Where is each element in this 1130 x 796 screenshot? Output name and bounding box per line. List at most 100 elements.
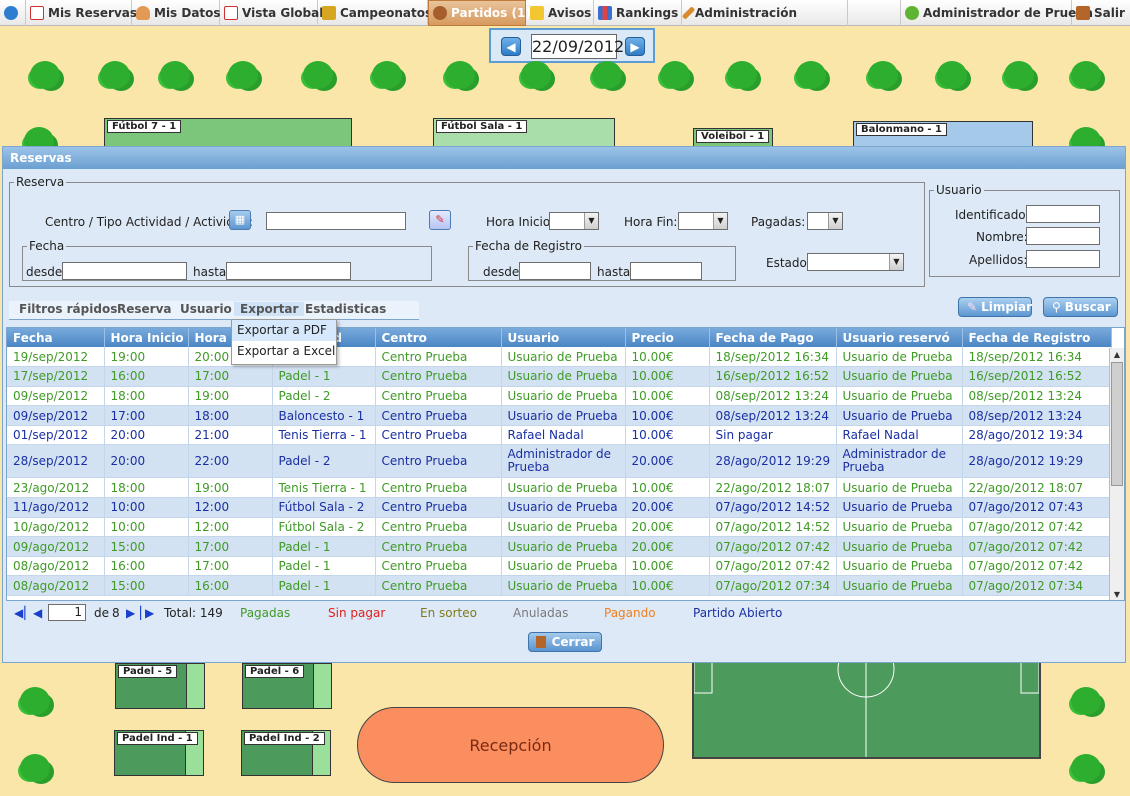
nav-campeonatos[interactable]: Campeonatos bbox=[318, 0, 432, 26]
court-padel-5[interactable]: Padel - 5 bbox=[115, 663, 205, 709]
column-header[interactable]: Fecha de Pago bbox=[709, 328, 837, 347]
table-cell: Usuario de Prueba bbox=[836, 347, 963, 368]
table-row[interactable]: 09/sep/2012 17:00 18:00 Baloncesto - 1 Centr… bbox=[7, 405, 1112, 426]
door-icon bbox=[535, 636, 546, 648]
registro-hasta-input[interactable] bbox=[630, 262, 702, 280]
tab-exportar[interactable]: Exportar bbox=[234, 302, 305, 316]
export-pdf-item[interactable]: Exportar a PDF bbox=[232, 320, 336, 341]
nav-vista-global[interactable]: Vista Global bbox=[220, 0, 323, 26]
tree-icon bbox=[372, 61, 402, 89]
apellidos-input[interactable] bbox=[1026, 250, 1100, 268]
limpiar-button[interactable]: ✎ Limpiar bbox=[958, 297, 1032, 317]
table-cell: Usuario de Prueba bbox=[501, 517, 626, 538]
table-row[interactable]: 28/sep/2012 20:00 22:00 Padel - 2 Centro Pru… bbox=[7, 444, 1112, 479]
nav-logout[interactable]: Salir bbox=[1072, 0, 1130, 26]
pagadas-select[interactable]: ▼ bbox=[807, 212, 843, 230]
court-padel-6[interactable]: Padel - 6 bbox=[242, 663, 332, 709]
table-row[interactable]: 08/ago/2012 15:00 16:00 Padel - 1 Centro Pru… bbox=[7, 575, 1112, 597]
last-page-icon[interactable]: ⎢▶ bbox=[139, 607, 154, 619]
first-page-icon[interactable]: ◀⎢ bbox=[14, 607, 29, 619]
column-header[interactable]: Usuario bbox=[501, 328, 626, 347]
fecha-hasta-input[interactable] bbox=[226, 262, 351, 280]
registro-desde-input[interactable] bbox=[519, 262, 591, 280]
scroll-up-icon[interactable]: ▲ bbox=[1110, 348, 1124, 361]
nav-user[interactable]: Administrador de Prueba bbox=[900, 0, 1093, 26]
scroll-down-icon[interactable]: ▼ bbox=[1110, 588, 1124, 600]
nav-mis-datos[interactable]: Mis Datos bbox=[132, 0, 221, 26]
nav-partidos[interactable]: Partidos (1) bbox=[428, 0, 531, 26]
grid-scrollbar[interactable]: ▲ ▼ bbox=[1109, 348, 1124, 600]
export-excel-item[interactable]: Exportar a Excel bbox=[232, 341, 336, 362]
court-padel-ind-2[interactable]: Padel Ind - 2 bbox=[241, 730, 331, 776]
column-header[interactable]: Fecha de Registro bbox=[962, 328, 1112, 347]
table-cell: 17:00 bbox=[188, 366, 273, 387]
buscar-button[interactable]: ⚲ Buscar bbox=[1043, 297, 1118, 317]
column-header[interactable]: Precio bbox=[625, 328, 710, 347]
calendar-icon bbox=[224, 6, 238, 20]
usuario-filter-group: Usuario Identificador: Nombre: Apellidos… bbox=[929, 183, 1120, 277]
nav-administracion[interactable]: Administración bbox=[681, 0, 848, 26]
hora-inicio-select[interactable]: ▼ bbox=[549, 212, 599, 230]
date-input[interactable]: 22/09/2012 bbox=[531, 34, 624, 59]
user-name: Administrador de Prueba bbox=[923, 6, 1093, 20]
nav-rankings[interactable]: Rankings bbox=[594, 0, 682, 26]
next-day-button[interactable]: ▶ bbox=[625, 37, 645, 56]
estado-select[interactable]: ▼ bbox=[807, 253, 904, 271]
page-input[interactable]: 1 bbox=[48, 604, 86, 621]
tab-estadisticas[interactable]: Estadisticas bbox=[305, 302, 386, 316]
column-header[interactable]: Fecha bbox=[7, 328, 105, 347]
table-cell: 17:00 bbox=[104, 405, 189, 426]
nav-refresh[interactable] bbox=[0, 0, 26, 26]
table-cell: Rafael Nadal bbox=[836, 425, 963, 446]
court-balonmano[interactable]: Balonmano - 1 bbox=[853, 121, 1033, 148]
table-row[interactable]: 09/ago/2012 15:00 17:00 Padel - 1 Centro Pru… bbox=[7, 536, 1112, 557]
court-futbol7[interactable]: Fútbol 7 - 1 bbox=[104, 118, 352, 148]
table-cell: Usuario de Prueba bbox=[836, 517, 963, 538]
hora-fin-select[interactable]: ▼ bbox=[678, 212, 728, 230]
reserva-legend: Reserva bbox=[16, 175, 65, 189]
court-padel-ind-1[interactable]: Padel Ind - 1 bbox=[114, 730, 204, 776]
table-row[interactable]: 19/sep/2012 19:00 20:00 Centro Prueba Usuari… bbox=[7, 347, 1112, 368]
table-cell: 12:00 bbox=[188, 497, 273, 518]
court-voleibol[interactable]: Voleibol - 1 bbox=[693, 128, 773, 148]
table-row[interactable]: 09/sep/2012 18:00 19:00 Padel - 2 Centro Pru… bbox=[7, 386, 1112, 407]
court-futbol-sala[interactable]: Fútbol Sala - 1 bbox=[433, 118, 615, 148]
table-row[interactable]: 23/ago/2012 18:00 19:00 Tenis Tierra - 1 Cen… bbox=[7, 477, 1112, 499]
sitemap-icon: ▦ bbox=[234, 213, 246, 226]
nav-avisos[interactable]: Avisos bbox=[526, 0, 594, 26]
column-header[interactable]: Centro bbox=[375, 328, 502, 347]
identificador-input[interactable] bbox=[1026, 205, 1100, 223]
table-row[interactable]: 08/ago/2012 16:00 17:00 Padel - 1 Centro Pru… bbox=[7, 556, 1112, 577]
court-label: Balonmano - 1 bbox=[856, 123, 948, 136]
table-row[interactable]: 10/ago/2012 10:00 12:00 Fútbol Sala - 2 Cent… bbox=[7, 517, 1112, 538]
nombre-input[interactable] bbox=[1026, 227, 1100, 245]
centro-input[interactable] bbox=[266, 212, 406, 230]
tree-icon bbox=[1071, 61, 1101, 89]
prev-page-icon[interactable]: ◀ bbox=[33, 607, 42, 619]
cerrar-button[interactable]: Cerrar bbox=[528, 632, 602, 652]
tree-icon bbox=[303, 61, 333, 89]
clear-centro-button[interactable]: ✎ bbox=[429, 210, 451, 230]
next-page-icon[interactable]: ▶ bbox=[126, 607, 135, 619]
tab-filtros-rapidos[interactable]: Filtros rápidos bbox=[19, 302, 117, 316]
nav-mis-reservas[interactable]: Mis Reservas bbox=[26, 0, 137, 26]
court-label: Padel - 5 bbox=[118, 665, 178, 678]
soccer-field[interactable] bbox=[692, 640, 1041, 759]
table-cell: Centro Prueba bbox=[375, 386, 502, 407]
tab-usuario[interactable]: Usuario bbox=[180, 302, 232, 316]
table-row[interactable]: 17/sep/2012 16:00 17:00 Padel - 1 Centro Pru… bbox=[7, 366, 1112, 387]
chevron-down-icon: ▼ bbox=[713, 213, 727, 229]
nombre-label: Nombre: bbox=[976, 230, 1028, 244]
table-row[interactable]: 11/ago/2012 10:00 12:00 Fútbol Sala - 2 Cent… bbox=[7, 497, 1112, 518]
fecha-desde-input[interactable] bbox=[62, 262, 187, 280]
prev-day-button[interactable]: ◀ bbox=[501, 37, 521, 56]
scroll-thumb[interactable] bbox=[1111, 362, 1123, 486]
pagadas-label: Pagadas: bbox=[751, 215, 806, 229]
tab-reserva[interactable]: Reserva bbox=[117, 302, 172, 316]
table-row[interactable]: 01/sep/2012 20:00 21:00 Tenis Tierra - 1 Cen… bbox=[7, 425, 1112, 446]
tree-select-button[interactable]: ▦ bbox=[229, 210, 251, 230]
column-header[interactable]: Usuario reservó bbox=[836, 328, 963, 347]
filter-tabs: Filtros rápidos Reserva Usuario Exportar… bbox=[9, 301, 419, 320]
column-header[interactable]: Hora Inicio bbox=[104, 328, 189, 347]
tree-icon bbox=[868, 61, 898, 89]
